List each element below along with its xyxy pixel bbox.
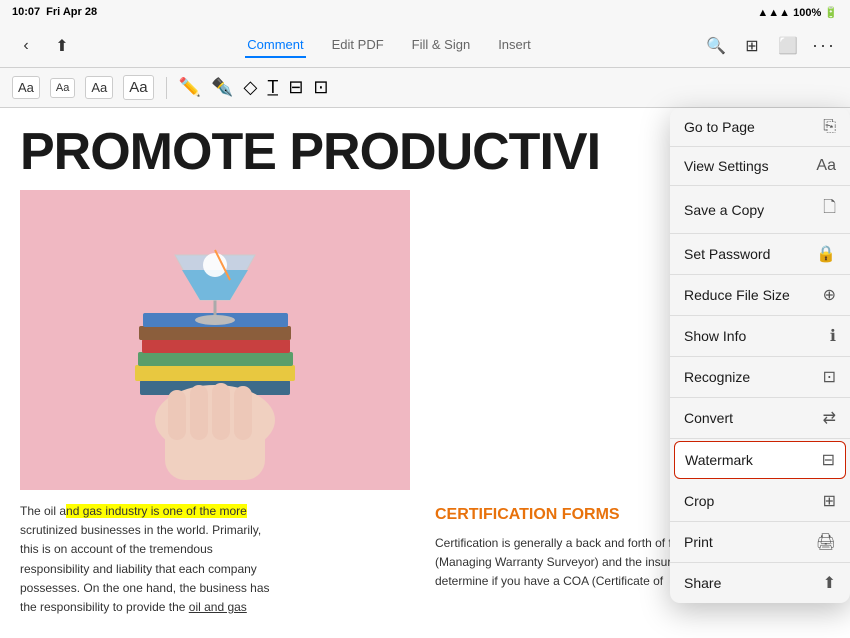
- main-toolbar: ‹ ⬆ Comment Edit PDF Fill & Sign Insert …: [0, 24, 850, 68]
- menu-item-watermark[interactable]: Watermark ⊟: [674, 441, 846, 479]
- separator-1: [166, 77, 167, 99]
- show-info-label: Show Info: [684, 328, 746, 344]
- time-display: 10:07: [12, 6, 40, 18]
- hand-books-illustration: [20, 190, 410, 490]
- text-size-normal-label: Aa: [12, 76, 40, 99]
- save-copy-icon: 🗋: [823, 196, 836, 223]
- date-display: Fri Apr 28: [46, 6, 97, 18]
- menu-item-convert[interactable]: Convert ⇄: [670, 398, 850, 439]
- underline-icon: ✒️: [211, 77, 233, 98]
- display-mode-button[interactable]: ⬜: [774, 32, 802, 60]
- signature-tool[interactable]: ⊡: [313, 77, 328, 98]
- view-settings-label: View Settings: [684, 158, 769, 174]
- crop-label: Crop: [684, 493, 714, 509]
- status-bar-left: 10:07 Fri Apr 28: [12, 6, 97, 18]
- menu-item-set-password[interactable]: Set Password 🔒: [670, 234, 850, 275]
- set-password-icon: 🔒: [816, 244, 836, 264]
- reduce-file-size-label: Reduce File Size: [684, 287, 790, 303]
- menu-item-show-info[interactable]: Show Info ℹ: [670, 316, 850, 357]
- recognize-icon: ⊡: [823, 367, 836, 387]
- text-size-medium-label: Aa: [85, 76, 113, 99]
- eraser-tool[interactable]: ◇: [243, 77, 257, 98]
- tab-edit-pdf[interactable]: Edit PDF: [330, 33, 386, 58]
- annotation-bar: Aa Aa Aa Aa ✏️ ✒️ ◇ T̲ ⊟ ⊡: [0, 68, 850, 108]
- convert-icon: ⇄: [823, 408, 836, 428]
- text-style-medium[interactable]: Aa: [85, 76, 113, 99]
- menu-item-reduce-file-size[interactable]: Reduce File Size ⊕: [670, 275, 850, 316]
- toolbar-tabs: Comment Edit PDF Fill & Sign Insert: [84, 33, 694, 58]
- pdf-image: [20, 190, 410, 490]
- menu-item-crop[interactable]: Crop ⊞: [670, 481, 850, 522]
- tab-fill-sign[interactable]: Fill & Sign: [410, 33, 473, 58]
- back-button[interactable]: ‹: [12, 32, 40, 60]
- toolbar-left: ‹ ⬆: [12, 32, 76, 60]
- text-style-big[interactable]: Aa: [123, 75, 153, 100]
- menu-item-recognize[interactable]: Recognize ⊡: [670, 357, 850, 398]
- menu-item-save-copy[interactable]: Save a Copy 🗋: [670, 186, 850, 234]
- grid-view-button[interactable]: ⊞: [738, 32, 766, 60]
- print-label: Print: [684, 534, 713, 550]
- text-style-normal[interactable]: Aa: [12, 76, 40, 99]
- text-icon: T̲: [267, 77, 278, 98]
- view-settings-icon: Aa: [816, 157, 836, 175]
- menu-item-share[interactable]: Share ⬆: [670, 563, 850, 603]
- share-menu-icon: ⬆: [823, 573, 836, 593]
- crop-icon: ⊞: [823, 491, 836, 511]
- menu-item-view-settings[interactable]: View Settings Aa: [670, 147, 850, 186]
- text-size-big-label: Aa: [123, 75, 153, 100]
- set-password-label: Set Password: [684, 246, 770, 262]
- eraser-icon: ◇: [243, 77, 257, 98]
- watermark-icon: ⊟: [822, 450, 835, 470]
- stamp-icon: ⊟: [288, 77, 303, 98]
- pdf-text-left: The oil and gas industry is one of the m…: [20, 502, 415, 617]
- underlined-text: oil and gas: [189, 600, 247, 614]
- share-toolbar-button[interactable]: ⬆: [48, 32, 76, 60]
- reduce-file-size-icon: ⊕: [823, 285, 836, 305]
- share-label: Share: [684, 575, 721, 591]
- text-style-small[interactable]: Aa: [50, 78, 75, 98]
- go-to-page-label: Go to Page: [684, 119, 755, 135]
- dropdown-menu: Go to Page ⎘ View Settings Aa Save a Cop…: [670, 108, 850, 603]
- stamp-tool[interactable]: ⊟: [288, 77, 303, 98]
- menu-item-go-to-page[interactable]: Go to Page ⎘: [670, 108, 850, 147]
- highlight-icon: ✏️: [179, 77, 201, 98]
- go-to-page-icon: ⎘: [823, 118, 836, 136]
- image-placeholder: [20, 190, 410, 490]
- text-tool[interactable]: T̲: [267, 77, 278, 98]
- text-after-highlight: scrutinized businesses in the world. Pri…: [20, 523, 270, 614]
- convert-label: Convert: [684, 410, 733, 426]
- underline-tool[interactable]: ✒️: [211, 77, 233, 98]
- watermark-label: Watermark: [685, 452, 753, 468]
- main-area: PROMOTE PRODUCTIVI: [0, 108, 850, 638]
- search-icon-button[interactable]: 🔍: [702, 32, 730, 60]
- show-info-icon: ℹ: [830, 326, 836, 346]
- text-before-highlight: The oil a: [20, 504, 66, 518]
- save-copy-label: Save a Copy: [684, 202, 764, 218]
- menu-item-print[interactable]: Print 🖨: [670, 522, 850, 563]
- recognize-label: Recognize: [684, 369, 750, 385]
- status-bar: 10:07 Fri Apr 28 ▲▲▲ 100% 🔋: [0, 0, 850, 24]
- highlighted-text: nd gas industry is one of the more: [66, 504, 247, 518]
- more-options-button[interactable]: ···: [810, 32, 838, 60]
- text-size-small-label: Aa: [50, 78, 75, 98]
- toolbar-right: 🔍 ⊞ ⬜ ···: [702, 32, 838, 60]
- signature-icon: ⊡: [313, 77, 328, 98]
- print-icon: 🖨: [816, 532, 836, 552]
- status-bar-right: ▲▲▲ 100% 🔋: [757, 6, 838, 19]
- highlight-tool[interactable]: ✏️: [179, 77, 201, 98]
- battery-display: ▲▲▲ 100% 🔋: [757, 6, 838, 19]
- tab-insert[interactable]: Insert: [496, 33, 533, 58]
- tab-comment[interactable]: Comment: [245, 33, 305, 58]
